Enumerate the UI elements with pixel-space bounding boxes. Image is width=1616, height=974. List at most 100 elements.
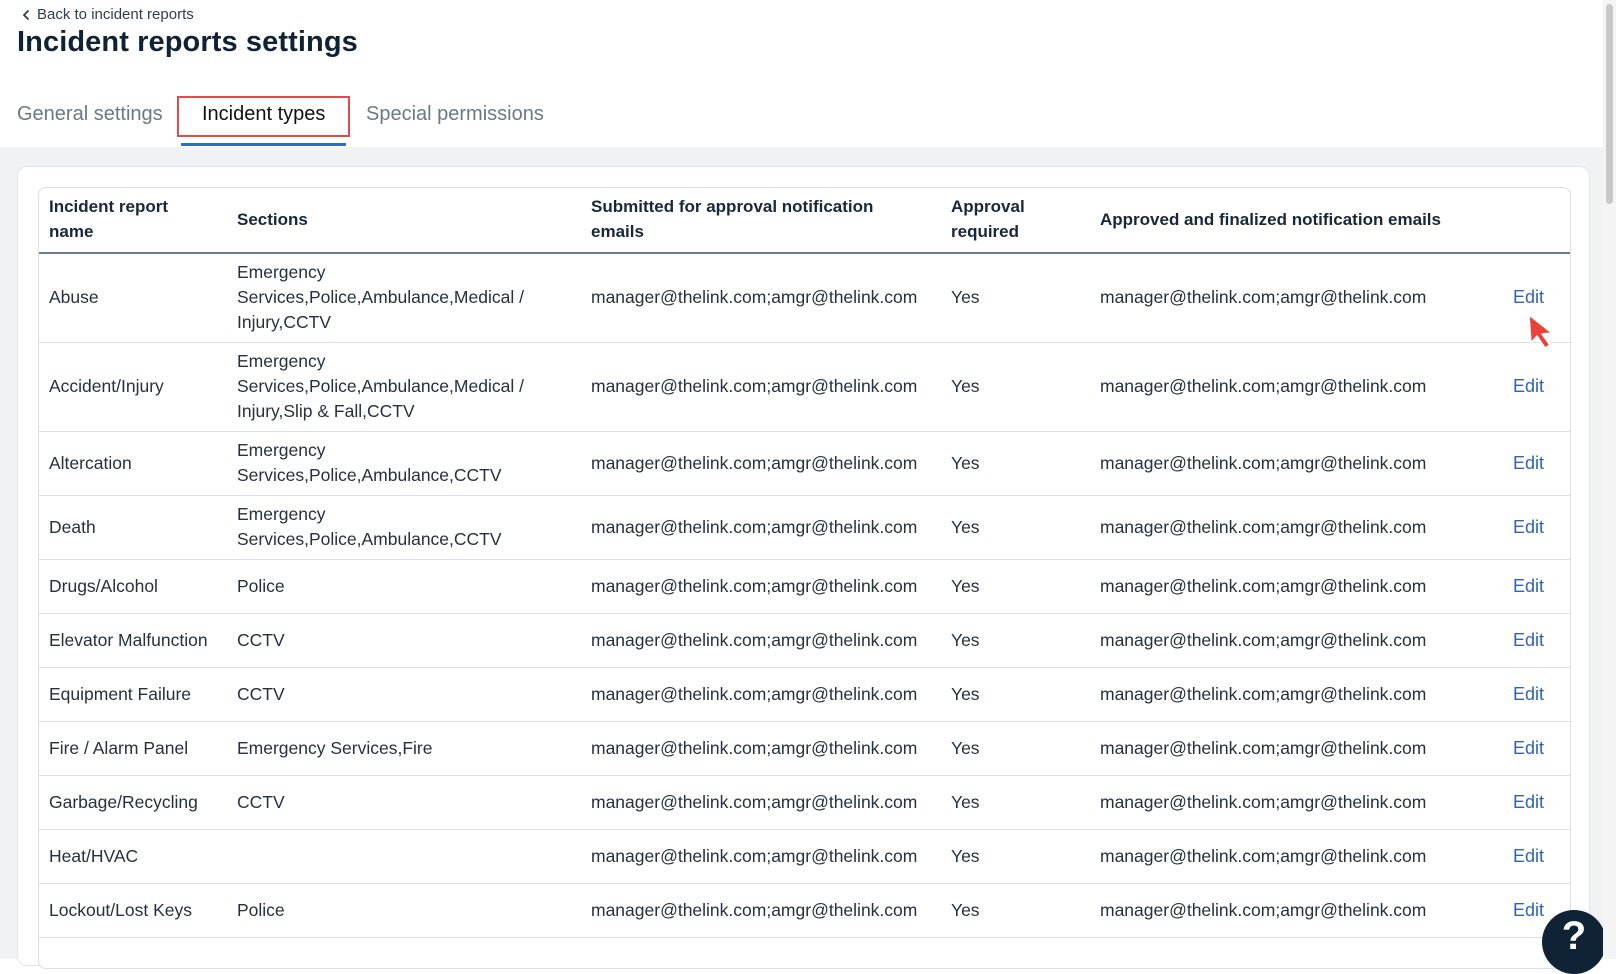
page-scrollbar[interactable] [1603, 0, 1616, 959]
cell-submitted-emails: manager@thelink.com;amgr@thelink.com [581, 495, 941, 560]
edit-link[interactable]: Edit [1513, 846, 1544, 866]
edit-link[interactable]: Edit [1513, 453, 1544, 473]
cell-sections: Emergency Services,Fire [227, 721, 581, 776]
back-link[interactable]: Back to incident reports [22, 6, 194, 23]
cell-approved-emails: manager@thelink.com;amgr@thelink.com [1090, 829, 1503, 884]
cell-approval-required: Yes [941, 829, 1090, 884]
cell-approved-emails: manager@thelink.com;amgr@thelink.com [1090, 253, 1503, 343]
header-actions [1503, 188, 1570, 254]
cell-submitted-emails: manager@thelink.com;amgr@thelink.com [581, 613, 941, 668]
cell-incident-name: Accident/Injury [39, 342, 227, 432]
cell-incident-name: Lockout/Lost Keys [39, 883, 227, 938]
cell-submitted-emails: manager@thelink.com;amgr@thelink.com [581, 342, 941, 432]
header-approval-required: Approval required [941, 188, 1090, 254]
edit-link[interactable]: Edit [1513, 738, 1544, 758]
cell-sections: CCTV [227, 613, 581, 668]
table-row: Fire / Alarm Panel Emergency Services,Fir… [39, 721, 1570, 776]
table-row: Accident/Injury Emergency Services,Police… [39, 342, 1570, 432]
edit-link[interactable]: Edit [1513, 576, 1544, 596]
cell-submitted-emails: manager@thelink.com;amgr@thelink.com [581, 829, 941, 884]
edit-link[interactable]: Edit [1513, 287, 1544, 307]
edit-link[interactable]: Edit [1513, 630, 1544, 650]
cell-actions: Edit [1503, 559, 1570, 614]
cell-approval-required: Yes [941, 342, 1090, 432]
cell-sections: Emergency Services,Police,Ambulance,CCTV [227, 495, 581, 560]
cell-approved-emails: manager@thelink.com;amgr@thelink.com [1090, 613, 1503, 668]
tab-general-settings[interactable]: General settings [17, 103, 163, 126]
cell-submitted-emails: manager@thelink.com;amgr@thelink.com [581, 775, 941, 830]
cell-incident-name: Heat/HVAC [39, 829, 227, 884]
cell-sections: Police [227, 559, 581, 614]
cell-approval-required: Yes [941, 613, 1090, 668]
cell-submitted-emails: manager@thelink.com;amgr@thelink.com [581, 253, 941, 343]
cell-actions: Edit [1503, 721, 1570, 776]
cell-approval-required: Yes [941, 253, 1090, 343]
cell-submitted-emails: manager@thelink.com;amgr@thelink.com [581, 431, 941, 496]
cell-approved-emails: manager@thelink.com;amgr@thelink.com [1090, 559, 1503, 614]
edit-link[interactable]: Edit [1513, 517, 1544, 537]
incident-types-table: Incident report name Sections Submitted … [39, 188, 1570, 938]
cell-approval-required: Yes [941, 721, 1090, 776]
cell-approval-required: Yes [941, 495, 1090, 560]
table-row: Heat/HVAC manager@thelink.com;amgr@thelin… [39, 829, 1570, 884]
edit-link[interactable]: Edit [1513, 900, 1544, 920]
cell-actions: Edit [1503, 495, 1570, 560]
back-link-label[interactable]: Back to incident reports [37, 6, 194, 23]
cell-sections: Emergency Services,Police,Ambulance,Medi… [227, 342, 581, 432]
cell-incident-name: Altercation [39, 431, 227, 496]
cell-sections [227, 829, 581, 884]
mouse-cursor-icon [1528, 314, 1553, 349]
cell-actions: Edit [1503, 829, 1570, 884]
cell-approval-required: Yes [941, 775, 1090, 830]
cell-incident-name: Elevator Malfunction [39, 613, 227, 668]
cell-incident-name: Garbage/Recycling [39, 775, 227, 830]
cell-approval-required: Yes [941, 883, 1090, 938]
cell-actions: Edit [1503, 667, 1570, 722]
cell-sections: CCTV [227, 667, 581, 722]
table-header-row: Incident report name Sections Submitted … [39, 188, 1570, 254]
cell-sections: CCTV [227, 775, 581, 830]
cell-submitted-emails: manager@thelink.com;amgr@thelink.com [581, 721, 941, 776]
cell-incident-name: Fire / Alarm Panel [39, 721, 227, 776]
edit-link[interactable]: Edit [1513, 792, 1544, 812]
table-row: Death Emergency Services,Police,Ambulance… [39, 495, 1570, 560]
cell-approval-required: Yes [941, 667, 1090, 722]
header-submitted-emails: Submitted for approval notification emai… [581, 188, 941, 254]
tab-incident-types[interactable]: Incident types [202, 103, 325, 126]
page-header: Back to incident reports Incident report… [0, 0, 1616, 147]
cell-approved-emails: manager@thelink.com;amgr@thelink.com [1090, 342, 1503, 432]
edit-link[interactable]: Edit [1513, 684, 1544, 704]
table-row: Altercation Emergency Services,Police,Amb… [39, 431, 1570, 496]
cell-submitted-emails: manager@thelink.com;amgr@thelink.com [581, 667, 941, 722]
help-button[interactable]: ? [1542, 910, 1606, 974]
cell-approved-emails: manager@thelink.com;amgr@thelink.com [1090, 495, 1503, 560]
cell-submitted-emails: manager@thelink.com;amgr@thelink.com [581, 559, 941, 614]
tab-special-permissions[interactable]: Special permissions [366, 103, 544, 126]
cell-sections: Emergency Services,Police,Ambulance,CCTV [227, 431, 581, 496]
table-row: Elevator Malfunction CCTV manager@thelink.… [39, 613, 1570, 668]
cell-approved-emails: manager@thelink.com;amgr@thelink.com [1090, 883, 1503, 938]
incident-types-table-container: Incident report name Sections Submitted … [38, 187, 1571, 969]
scrollbar-thumb[interactable] [1606, 4, 1613, 204]
cell-submitted-emails: manager@thelink.com;amgr@thelink.com [581, 883, 941, 938]
cell-approved-emails: manager@thelink.com;amgr@thelink.com [1090, 667, 1503, 722]
cell-approved-emails: manager@thelink.com;amgr@thelink.com [1090, 431, 1503, 496]
table-row: Lockout/Lost Keys Police manager@thelink.c… [39, 883, 1570, 938]
edit-link[interactable]: Edit [1513, 376, 1544, 396]
help-icon: ? [1561, 913, 1587, 958]
cell-incident-name: Drugs/Alcohol [39, 559, 227, 614]
cell-approval-required: Yes [941, 559, 1090, 614]
table-body: Abuse Emergency Services,Police,Ambulance… [39, 253, 1570, 938]
cell-actions: Edit [1503, 342, 1570, 432]
header-approved-emails: Approved and finalized notification emai… [1090, 188, 1503, 254]
table-row: Drugs/Alcohol Police manager@thelink.com;a… [39, 559, 1570, 614]
cell-approval-required: Yes [941, 431, 1090, 496]
cell-sections: Emergency Services,Police,Ambulance,Medi… [227, 253, 581, 343]
active-tab-indicator [181, 143, 346, 146]
chevron-left-icon [22, 9, 30, 20]
cell-incident-name: Death [39, 495, 227, 560]
cell-actions: Edit [1503, 431, 1570, 496]
header-sections: Sections [227, 188, 581, 254]
header-incident-report-name: Incident report name [39, 188, 227, 254]
cell-approved-emails: manager@thelink.com;amgr@thelink.com [1090, 721, 1503, 776]
